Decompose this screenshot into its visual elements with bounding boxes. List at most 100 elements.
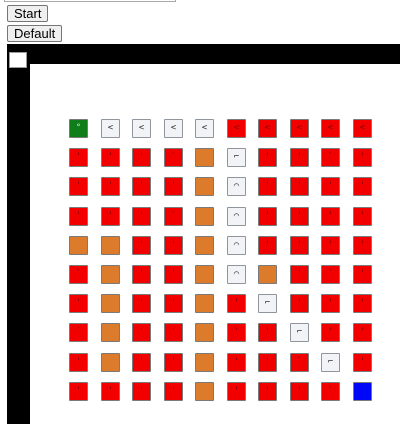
grid-cell-4-6[interactable]: ' — [258, 236, 277, 255]
grid-cell-4-2[interactable]: ' — [132, 236, 151, 255]
grid-cell-0-4[interactable]: < — [195, 119, 214, 138]
grid-cell-9-0[interactable]: ' — [69, 382, 88, 401]
grid-cell-7-5[interactable]: ' — [227, 323, 246, 342]
grid-cell-7-2[interactable]: ' — [132, 323, 151, 342]
grid-cell-8-2[interactable]: ' — [132, 353, 151, 372]
grid-cell-3-6[interactable]: ' — [258, 207, 277, 226]
grid-cell-5-3[interactable]: ' — [164, 265, 183, 284]
grid-cell-7-7[interactable]: ⌐ — [290, 323, 309, 342]
grid-cell-9-6[interactable]: ' — [258, 382, 277, 401]
grid-cell-7-9[interactable]: ' — [353, 323, 372, 342]
grid-cell-8-5[interactable]: ' — [227, 353, 246, 372]
grid-cell-1-7[interactable]: ' — [290, 148, 309, 167]
grid-cell-7-6[interactable]: ' — [258, 323, 277, 342]
grid-cell-8-0[interactable]: ' — [69, 353, 88, 372]
grid-cell-4-1[interactable] — [101, 236, 120, 255]
grid-cell-9-8[interactable]: ` — [321, 382, 340, 401]
grid-cell-2-1[interactable]: ' — [101, 177, 120, 196]
grid-cell-7-1[interactable] — [101, 323, 120, 342]
grid-cell-1-4[interactable] — [195, 148, 214, 167]
grid-cell-0-0[interactable]: ° — [69, 119, 88, 138]
grid-cell-7-4[interactable] — [195, 323, 214, 342]
grid-cell-9-2[interactable]: ' — [132, 382, 151, 401]
grid-cell-4-9[interactable]: ' — [353, 236, 372, 255]
grid-cell-6-8[interactable]: ' — [321, 294, 340, 313]
grid-cell-0-2[interactable]: < — [132, 119, 151, 138]
grid-cell-6-6[interactable]: ⌐ — [258, 294, 277, 313]
grid-cell-0-8[interactable]: < — [321, 119, 340, 138]
grid-cell-6-5[interactable]: ' — [227, 294, 246, 313]
grid-cell-2-0[interactable]: ' — [69, 177, 88, 196]
grid-cell-2-3[interactable]: ' — [164, 177, 183, 196]
grid-cell-7-3[interactable]: ' — [164, 323, 183, 342]
grid-cell-6-7[interactable]: ' — [290, 294, 309, 313]
grid-cell-2-8[interactable]: ' — [321, 177, 340, 196]
grid-cell-3-8[interactable]: ' — [321, 207, 340, 226]
grid-cell-8-7[interactable]: ` — [290, 353, 309, 372]
grid-cell-6-4[interactable] — [195, 294, 214, 313]
grid-cell-9-7[interactable]: ' — [290, 382, 309, 401]
grid-cell-4-4[interactable] — [195, 236, 214, 255]
grid-cell-4-5[interactable]: ⌒ — [227, 236, 246, 255]
grid-cell-9-1[interactable]: ' — [101, 382, 120, 401]
grid-cell-1-5[interactable]: ⌐ — [227, 148, 246, 167]
grid-cell-1-9[interactable]: ' — [353, 148, 372, 167]
grid-cell-4-8[interactable]: ' — [321, 236, 340, 255]
grid-cell-6-0[interactable]: ' — [69, 294, 88, 313]
grid-cell-5-1[interactable] — [101, 265, 120, 284]
grid-cell-3-9[interactable]: ' — [353, 207, 372, 226]
grid-cell-3-2[interactable]: ' — [132, 207, 151, 226]
grid-cell-5-6[interactable] — [258, 265, 277, 284]
grid-cell-2-7[interactable]: ' — [290, 177, 309, 196]
grid-cell-1-3[interactable]: ` — [164, 148, 183, 167]
grid-cell-0-3[interactable]: < — [164, 119, 183, 138]
grid-cell-8-9[interactable]: ' — [353, 353, 372, 372]
grid-cell-2-4[interactable] — [195, 177, 214, 196]
grid-cell-4-3[interactable]: ' — [164, 236, 183, 255]
grid-cell-1-0[interactable]: ' — [69, 148, 88, 167]
grid-cell-9-4[interactable] — [195, 382, 214, 401]
top-text-input[interactable] — [4, 0, 176, 2]
grid-cell-8-8[interactable]: ⌐ — [321, 353, 340, 372]
grid-cell-8-1[interactable] — [101, 353, 120, 372]
grid-cell-9-3[interactable]: ' — [164, 382, 183, 401]
grid-cell-2-5[interactable]: ⌒ — [227, 177, 246, 196]
grid-cell-6-3[interactable]: ' — [164, 294, 183, 313]
grid-cell-5-5[interactable]: ⌒ — [227, 265, 246, 284]
grid-cell-5-8[interactable]: ` — [321, 265, 340, 284]
grid-cell-5-7[interactable]: ' — [290, 265, 309, 284]
grid-cell-1-6[interactable]: ' — [258, 148, 277, 167]
grid-cell-3-0[interactable]: ' — [69, 207, 88, 226]
grid-cell-8-6[interactable]: ' — [258, 353, 277, 372]
grid-cell-3-5[interactable]: ⌒ — [227, 207, 246, 226]
grid-cell-8-3[interactable]: ' — [164, 353, 183, 372]
grid-cell-1-2[interactable]: ' — [132, 148, 151, 167]
grid-cell-9-9[interactable] — [353, 382, 372, 401]
grid-cell-7-8[interactable]: ' — [321, 323, 340, 342]
grid-cell-9-5[interactable]: ' — [227, 382, 246, 401]
grid-cell-3-1[interactable]: ' — [101, 207, 120, 226]
grid-cell-2-9[interactable]: ' — [353, 177, 372, 196]
grid-cell-2-6[interactable]: ' — [258, 177, 277, 196]
grid-cell-0-9[interactable]: < — [353, 119, 372, 138]
grid-cell-5-0[interactable]: ` — [69, 265, 88, 284]
grid-cell-6-1[interactable] — [101, 294, 120, 313]
grid-cell-3-7[interactable]: ' — [290, 207, 309, 226]
grid-cell-4-7[interactable]: ' — [290, 236, 309, 255]
grid-cell-1-8[interactable]: ` — [321, 148, 340, 167]
grid-cell-5-4[interactable] — [195, 265, 214, 284]
grid-cell-3-3[interactable]: ` — [164, 207, 183, 226]
grid-cell-4-0[interactable] — [69, 236, 88, 255]
default-button[interactable]: Default — [7, 25, 63, 42]
grid-cell-5-9[interactable]: ' — [353, 265, 372, 284]
grid-cell-0-6[interactable]: < — [258, 119, 277, 138]
grid-cell-5-2[interactable]: ' — [132, 265, 151, 284]
grid-cell-7-0[interactable]: ` — [69, 323, 88, 342]
grid-cell-6-9[interactable]: ' — [353, 294, 372, 313]
grid-cell-6-2[interactable]: ' — [132, 294, 151, 313]
grid-cell-1-1[interactable]: ' — [101, 148, 120, 167]
grid-cell-0-5[interactable]: < — [227, 119, 246, 138]
grid-cell-8-4[interactable] — [195, 353, 214, 372]
grid-cell-0-1[interactable]: < — [101, 119, 120, 138]
grid-cell-2-2[interactable]: ' — [132, 177, 151, 196]
